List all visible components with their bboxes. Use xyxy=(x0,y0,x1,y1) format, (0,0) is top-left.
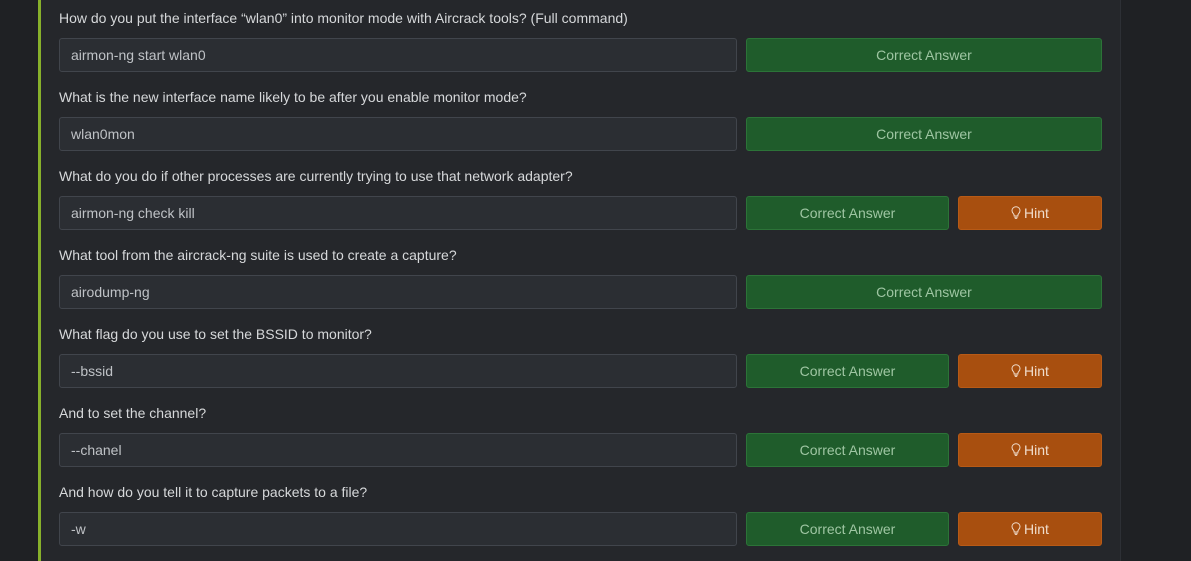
hint-button[interactable]: Hint xyxy=(958,196,1102,230)
hint-button[interactable]: Hint xyxy=(958,433,1102,467)
correct-answer-button[interactable]: Correct Answer xyxy=(746,38,1102,72)
answer-field[interactable]: -w xyxy=(59,512,737,546)
answer-field[interactable]: --chanel xyxy=(59,433,737,467)
lightbulb-icon xyxy=(1011,364,1021,378)
answer-field[interactable]: wlan0mon xyxy=(59,117,737,151)
answer-field[interactable]: --bssid xyxy=(59,354,737,388)
question-5: What flag do you use to set the BSSID to… xyxy=(59,316,1102,395)
correct-answer-button[interactable]: Correct Answer xyxy=(746,433,949,467)
question-text: What do you do if other processes are cu… xyxy=(59,168,573,184)
question-text: And to set the channel? xyxy=(59,405,207,421)
hint-button[interactable]: Hint xyxy=(958,354,1102,388)
question-6: And to set the channel? --chanel Correct… xyxy=(59,395,1102,474)
hint-label: Hint xyxy=(1024,363,1049,379)
answer-field[interactable]: airodump-ng xyxy=(59,275,737,309)
answer-field[interactable]: airmon-ng start wlan0 xyxy=(59,38,737,72)
correct-answer-button[interactable]: Correct Answer xyxy=(746,196,949,230)
task-page: How do you put the interface “wlan0” int… xyxy=(0,0,1191,561)
hint-label: Hint xyxy=(1024,521,1049,537)
correct-answer-button[interactable]: Correct Answer xyxy=(746,275,1102,309)
lightbulb-icon xyxy=(1011,443,1021,457)
correct-answer-button[interactable]: Correct Answer xyxy=(746,512,949,546)
answer-field[interactable]: airmon-ng check kill xyxy=(59,196,737,230)
correct-answer-button[interactable]: Correct Answer xyxy=(746,354,949,388)
correct-answer-button[interactable]: Correct Answer xyxy=(746,117,1102,151)
lightbulb-icon xyxy=(1011,206,1021,220)
question-1: How do you put the interface “wlan0” int… xyxy=(59,0,1102,79)
question-text: What is the new interface name likely to… xyxy=(59,89,527,105)
question-2: What is the new interface name likely to… xyxy=(59,79,1102,158)
question-3: What do you do if other processes are cu… xyxy=(59,158,1102,237)
question-text: What tool from the aircrack-ng suite is … xyxy=(59,247,457,263)
question-text: What flag do you use to set the BSSID to… xyxy=(59,326,372,342)
question-4: What tool from the aircrack-ng suite is … xyxy=(59,237,1102,316)
question-7: And how do you tell it to capture packet… xyxy=(59,474,1102,553)
hint-label: Hint xyxy=(1024,205,1049,221)
question-text: And how do you tell it to capture packet… xyxy=(59,484,368,500)
hint-label: Hint xyxy=(1024,442,1049,458)
hint-button[interactable]: Hint xyxy=(958,512,1102,546)
question-text: How do you put the interface “wlan0” int… xyxy=(59,10,628,26)
lightbulb-icon xyxy=(1011,522,1021,536)
